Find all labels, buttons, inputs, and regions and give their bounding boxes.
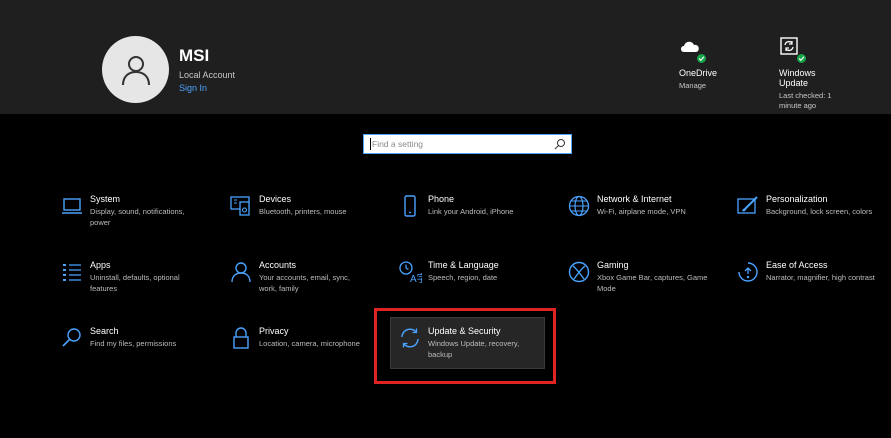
tile-apps[interactable]: Apps Uninstall, defaults, optional featu… — [60, 260, 200, 294]
tile-title: Personalization — [766, 194, 828, 204]
xbox-icon — [568, 261, 590, 283]
search-input[interactable]: Find a setting — [363, 134, 572, 154]
tile-desc: Background, lock screen, colors — [766, 207, 873, 216]
onedrive-button[interactable]: OneDrive Manage — [679, 36, 717, 91]
text-caret — [370, 138, 371, 150]
globe-icon — [568, 195, 590, 217]
tile-desc: Find my files, permissions — [90, 339, 177, 348]
tile-desc: Your accounts, email, sync, work, family — [259, 273, 351, 293]
person-icon — [231, 262, 251, 283]
account-name: MSI — [179, 46, 210, 65]
search-icon — [554, 139, 565, 150]
windows-update-sub: Last checked: 1 minute ago — [779, 91, 832, 110]
tile-title: Gaming — [597, 260, 629, 270]
tile-title: Ease of Access — [766, 260, 828, 270]
refresh-icon — [779, 36, 807, 64]
search-placeholder: Find a setting — [372, 139, 424, 149]
devices-icon — [230, 196, 250, 216]
tile-title: Phone — [428, 194, 455, 204]
sign-in-link[interactable]: Sign In — [179, 83, 207, 93]
tile-desc: Location, camera, microphone — [259, 339, 360, 348]
check-badge-icon — [696, 53, 707, 64]
tile-gaming[interactable]: Gaming Xbox Game Bar, captures, Game Mod… — [567, 260, 712, 294]
tile-title: Accounts — [259, 260, 297, 270]
tile-desc: Display, sound, notifications, power — [90, 207, 185, 227]
ease-of-access-icon — [738, 262, 758, 282]
tile-search[interactable]: Search Find my files, permissions — [60, 326, 200, 350]
windows-update-button[interactable]: Windows Update Last checked: 1 minute ag… — [779, 36, 839, 111]
time-language-icon: A字 — [399, 261, 422, 284]
windows-update-title: Windows Update — [779, 68, 816, 88]
tile-title: System — [90, 194, 121, 204]
tile-title: Devices — [259, 194, 292, 204]
account-type: Local Account — [179, 70, 236, 80]
tile-title: Network & Internet — [597, 194, 672, 204]
lock-icon — [233, 327, 249, 349]
brush-icon — [737, 196, 758, 214]
tile-phone[interactable]: Phone Link your Android, iPhone — [398, 194, 538, 218]
tile-accounts[interactable]: Accounts Your accounts, email, sync, wor… — [229, 260, 369, 294]
onedrive-sub: Manage — [679, 81, 707, 90]
header: MSI Local Account Sign In OneDrive Manag… — [0, 0, 891, 114]
check-badge-icon — [796, 53, 807, 64]
person-icon — [121, 55, 150, 85]
onedrive-cloud-icon — [679, 36, 707, 64]
tile-title: Time & Language — [428, 260, 499, 270]
search-icon — [62, 328, 81, 347]
tile-network[interactable]: Network & Internet Wi-Fi, airplane mode,… — [567, 194, 707, 218]
tile-desc: Narrator, magnifier, high contrast — [766, 273, 875, 282]
avatar[interactable] — [102, 36, 169, 103]
tile-desc: Speech, region, date — [428, 273, 498, 282]
tile-privacy[interactable]: Privacy Location, camera, microphone — [229, 326, 369, 350]
tile-desc: Xbox Game Bar, captures, Game Mode — [597, 273, 708, 293]
tile-system[interactable]: System Display, sound, notifications, po… — [60, 194, 200, 228]
tile-personalization[interactable]: Personalization Background, lock screen,… — [736, 194, 881, 218]
phone-icon — [404, 195, 416, 217]
tile-desc: Wi-Fi, airplane mode, VPN — [597, 207, 686, 216]
tile-title: Apps — [90, 260, 111, 270]
highlight-annotation-box — [374, 308, 556, 384]
apps-list-icon — [63, 264, 81, 281]
laptop-icon — [62, 198, 82, 214]
tile-time-language[interactable]: A字 Time & Language Speech, region, date — [398, 260, 538, 284]
tile-title: Privacy — [259, 326, 289, 336]
tile-desc: Bluetooth, printers, mouse — [259, 207, 347, 216]
onedrive-title: OneDrive — [679, 68, 718, 78]
svg-text:A字: A字 — [410, 272, 422, 284]
tile-devices[interactable]: Devices Bluetooth, printers, mouse — [229, 194, 369, 218]
tile-desc: Uninstall, defaults, optional features — [90, 273, 180, 293]
tile-desc: Link your Android, iPhone — [428, 207, 514, 216]
tile-title: Search — [90, 326, 119, 336]
tile-ease-of-access[interactable]: Ease of Access Narrator, magnifier, high… — [736, 260, 881, 284]
